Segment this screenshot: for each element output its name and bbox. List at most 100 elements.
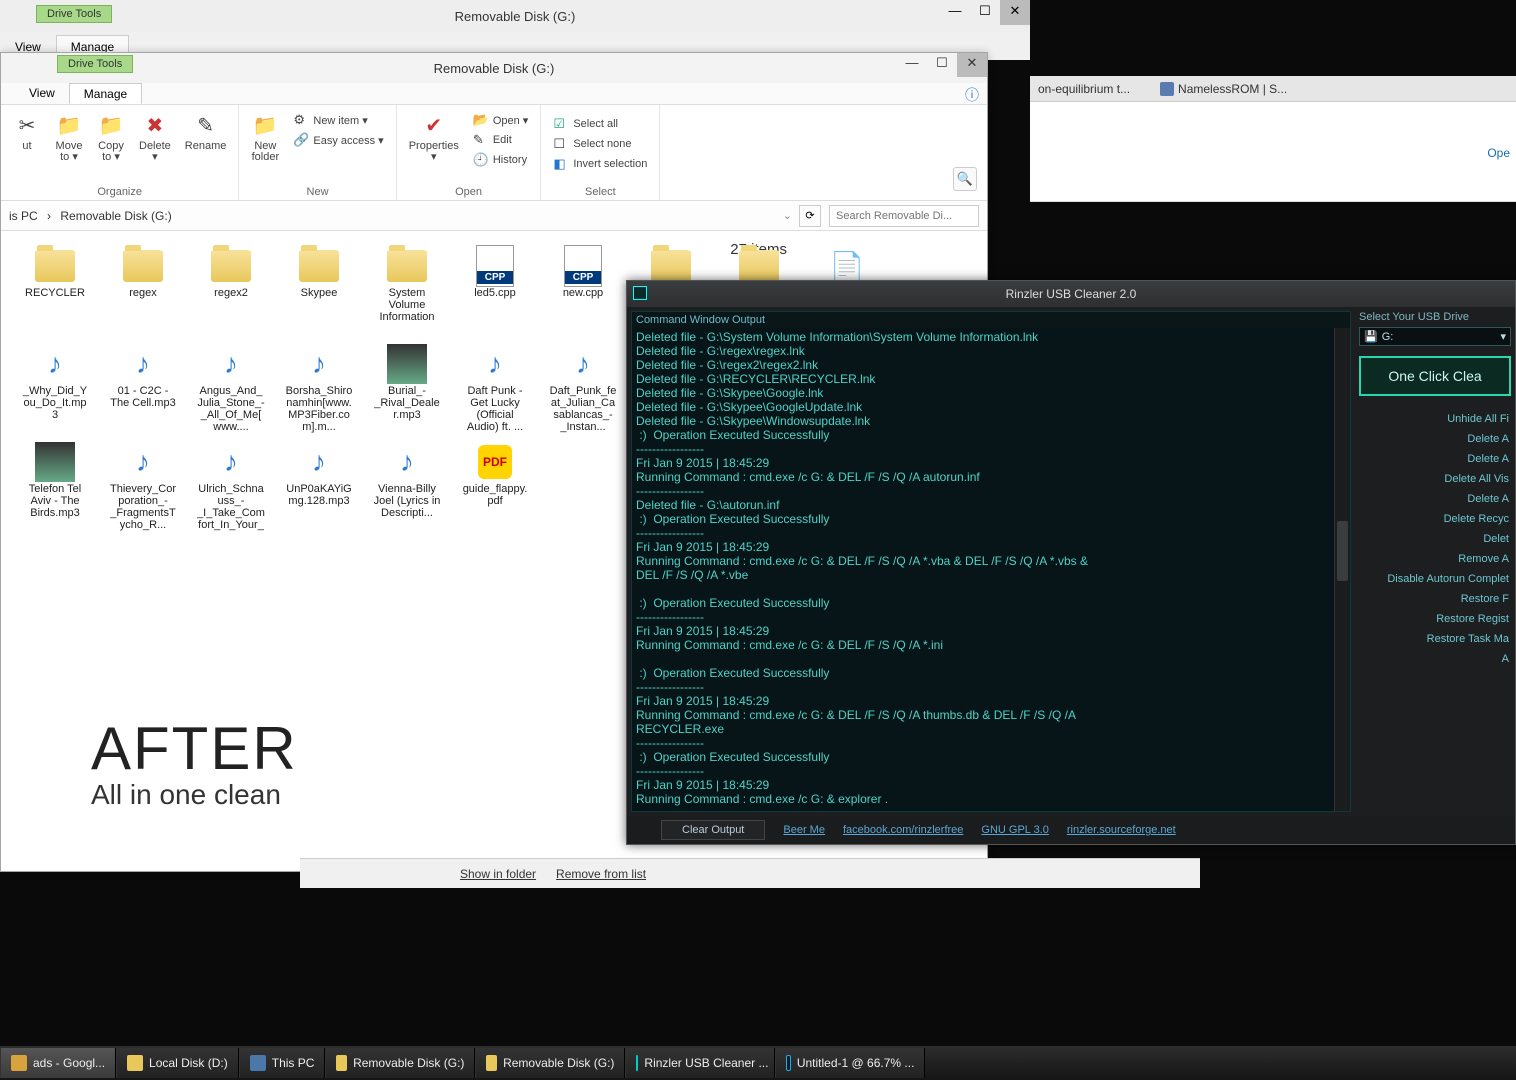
taskbar-item[interactable]: This PC [239, 1048, 326, 1078]
file-name: led5.cpp [474, 287, 516, 299]
taskbar-item[interactable]: Rinzler USB Cleaner ... [625, 1048, 775, 1078]
maximize-button-back[interactable]: ☐ [970, 0, 1000, 25]
file-item[interactable]: ♪Angus_And_Julia_Stone_-_All_Of_Me[www..… [197, 343, 265, 433]
rinzler-action-link[interactable]: Restore F [1359, 592, 1511, 606]
edit-button[interactable]: ✎Edit [471, 131, 531, 149]
file-icon [383, 245, 431, 287]
file-item[interactable]: ♪Ulrich_Schnauss_-_I_Take_Comfort_In_You… [197, 441, 265, 531]
facebook-link[interactable]: facebook.com/rinzlerfree [843, 824, 963, 836]
file-item[interactable]: ♪Thievery_Corporation_-_FragmentsTycho_R… [109, 441, 177, 531]
sourceforge-link[interactable]: rinzler.sourceforge.net [1067, 824, 1176, 836]
taskbar-icon [127, 1055, 143, 1071]
file-icon [295, 245, 343, 287]
help-icon[interactable]: ⓘ [965, 85, 979, 105]
open-button[interactable]: 📂Open ▾ [471, 111, 531, 129]
file-icon: ♪ [207, 441, 255, 483]
file-item[interactable]: new.cpp [549, 245, 617, 335]
rinzler-action-link[interactable]: Restore Regist [1359, 612, 1511, 626]
browser-tab-1[interactable]: on-equilibrium t... [1038, 82, 1130, 96]
breadcrumb[interactable]: is PC › Removable Disk (G:) [9, 209, 172, 223]
rinzler-action-link[interactable]: A [1359, 652, 1511, 666]
beer-me-link[interactable]: Beer Me [783, 824, 825, 836]
command-output-panel: Command Window Output Deleted file - G:\… [631, 311, 1351, 812]
rinzler-action-link[interactable]: Disable Autorun Complet [1359, 572, 1511, 586]
taskbar-item[interactable]: Removable Disk (G:) [325, 1048, 475, 1078]
cut-button[interactable]: ✂ut [11, 109, 43, 165]
new-folder-button[interactable]: 📁New folder [249, 109, 281, 165]
addr-dropdown-icon[interactable]: ⌄ [783, 209, 792, 222]
file-item[interactable]: led5.cpp [461, 245, 529, 335]
refresh-button[interactable]: ⟳ [799, 205, 821, 227]
minimize-button-back[interactable]: — [940, 0, 970, 25]
file-item[interactable]: ♪01 - C2C - The Cell.mp3 [109, 343, 177, 433]
download-bar: Show in folder Remove from list [300, 858, 1200, 888]
copy-to-button[interactable]: 📁Copy to ▾ [95, 109, 127, 165]
show-in-folder-link[interactable]: Show in folder [460, 867, 536, 881]
file-icon [471, 245, 519, 287]
ribbon-search-icon[interactable]: 🔍 [953, 167, 977, 191]
one-click-clean-button[interactable]: One Click Clea [1359, 356, 1511, 396]
properties-button[interactable]: ✔Properties ▾ [407, 109, 461, 169]
invert-selection-button[interactable]: ◧Invert selection [551, 155, 649, 173]
easy-access-button[interactable]: 🔗Easy access ▾ [291, 131, 385, 149]
taskbar-item[interactable]: ads - Googl... [0, 1048, 116, 1078]
file-item[interactable]: ♪Borsha_Shironamhin[www.MP3Fiber.com].m.… [285, 343, 353, 433]
file-item[interactable]: RECYCLER [21, 245, 89, 335]
move-to-button[interactable]: 📁Move to ▾ [53, 109, 85, 165]
scrollbar[interactable] [1334, 328, 1350, 811]
tab-view[interactable]: View [15, 83, 69, 104]
delete-button[interactable]: ✖Delete ▾ [137, 109, 173, 165]
window-title-front: Removable Disk (G:) [434, 61, 555, 76]
file-item[interactable]: ♪Daft Punk - Get Lucky (Official Audio) … [461, 343, 529, 433]
rename-button[interactable]: ✎Rename [183, 109, 229, 165]
rinzler-action-link[interactable]: Delete A [1359, 432, 1511, 446]
search-input[interactable] [829, 205, 979, 227]
rinzler-action-link[interactable]: Restore Task Ma [1359, 632, 1511, 646]
browser-tab-2[interactable]: NamelessROM | S... [1160, 82, 1287, 96]
rinzler-action-link[interactable]: Delete A [1359, 452, 1511, 466]
rinzler-action-link[interactable]: Delete Recyc [1359, 512, 1511, 526]
file-item[interactable]: ♪Vienna-Billy Joel (Lyrics in Descripti.… [373, 441, 441, 531]
taskbar-item[interactable]: Untitled-1 @ 66.7% ... [775, 1048, 925, 1078]
rinzler-action-link[interactable]: Delet [1359, 532, 1511, 546]
usb-drive-select[interactable]: 💾 G:▾ [1359, 327, 1511, 346]
taskbar-icon [486, 1055, 497, 1071]
select-none-button[interactable]: ☐Select none [551, 135, 649, 153]
file-item[interactable]: ♪Daft_Punk_feat_Julian_Casablancas_-_Ins… [549, 343, 617, 433]
drive-tools-tab-back[interactable]: Drive Tools [36, 5, 112, 23]
file-item[interactable]: PDFguide_flappy.pdf [461, 441, 529, 531]
taskbar-item[interactable]: Local Disk (D:) [116, 1048, 239, 1078]
select-all-button[interactable]: ☑Select all [551, 115, 649, 133]
rinzler-action-link[interactable]: Unhide All Fi [1359, 412, 1511, 426]
taskbar-icon [336, 1055, 347, 1071]
tab-manage[interactable]: Manage [69, 83, 142, 104]
new-item-button[interactable]: ⚙New item ▾ [291, 111, 385, 129]
gpl-link[interactable]: GNU GPL 3.0 [981, 824, 1048, 836]
file-icon: ♪ [295, 441, 343, 483]
file-item[interactable]: Burial_-_Rival_Dealer.mp3 [373, 343, 441, 433]
drive-tools-tab-front[interactable]: Drive Tools [57, 55, 133, 73]
file-item[interactable]: System Volume Information [373, 245, 441, 335]
maximize-button[interactable]: ☐ [927, 53, 957, 77]
rinzler-action-link[interactable]: Delete A [1359, 492, 1511, 506]
open-link[interactable]: Ope [1487, 146, 1510, 160]
close-button[interactable]: ✕ [957, 53, 987, 77]
file-name: regex [129, 287, 157, 299]
rinzler-action-link[interactable]: Remove A [1359, 552, 1511, 566]
rinzler-side-panel: Select Your USB Drive 💾 G:▾ One Click Cl… [1355, 307, 1515, 816]
file-name: System Volume Information [373, 287, 441, 323]
file-item[interactable]: ♪_Why_Did_You_Do_It.mp3 [21, 343, 89, 433]
file-item[interactable]: ♪UnP0aKAYiGmg.128.mp3 [285, 441, 353, 531]
rinzler-action-link[interactable]: Delete All Vis [1359, 472, 1511, 486]
minimize-button[interactable]: — [897, 53, 927, 77]
file-name: Telefon Tel Aviv - The Birds.mp3 [21, 483, 89, 519]
file-item[interactable]: Telefon Tel Aviv - The Birds.mp3 [21, 441, 89, 531]
history-button[interactable]: 🕘History [471, 151, 531, 169]
close-button-back[interactable]: ✕ [1000, 0, 1030, 25]
taskbar-item[interactable]: Removable Disk (G:) [475, 1048, 625, 1078]
clear-output-button[interactable]: Clear Output [661, 820, 765, 840]
file-item[interactable]: regex2 [197, 245, 265, 335]
remove-from-list-link[interactable]: Remove from list [556, 867, 646, 881]
file-item[interactable]: regex [109, 245, 177, 335]
file-item[interactable]: Skypee [285, 245, 353, 335]
